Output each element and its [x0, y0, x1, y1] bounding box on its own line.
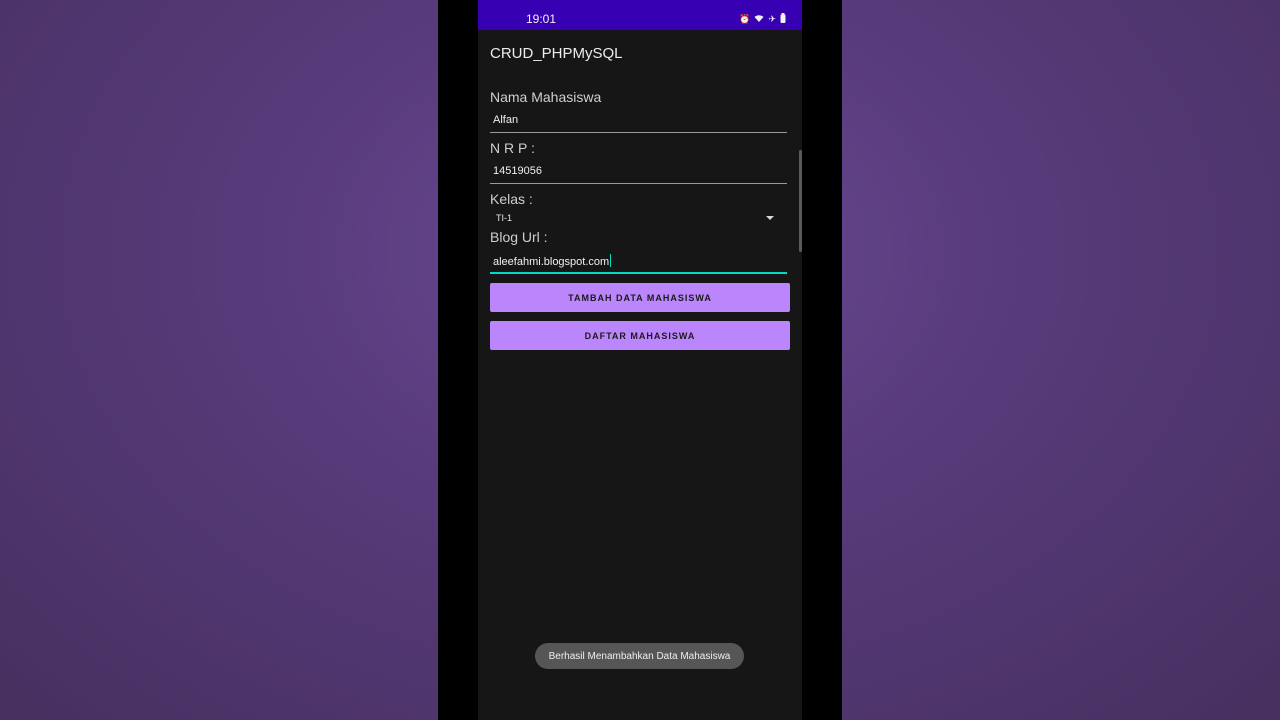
blog-value: aleefahmi.blogspot.com — [493, 254, 612, 268]
kelas-spinner[interactable]: TI-1 — [490, 210, 790, 226]
airplane-mode-icon: ✈ — [768, 14, 776, 24]
scrollbar[interactable] — [799, 150, 802, 252]
blog-value-text: aleefahmi.blogspot.com — [493, 256, 610, 268]
status-icons: ⏰ ✈ — [739, 13, 786, 25]
app-title: CRUD_PHPMySQL — [490, 45, 623, 62]
wifi-icon — [754, 14, 764, 25]
kelas-value: TI-1 — [496, 213, 513, 223]
alarm-icon: ⏰ — [739, 14, 751, 24]
nrp-label: N R P : — [490, 140, 535, 156]
text-caret — [610, 254, 612, 267]
dropdown-arrow-icon — [766, 216, 774, 220]
toast-message: Berhasil Menambahkan Data Mahasiswa — [535, 643, 744, 669]
status-bar: 19:01 ⏰ ✈ — [478, 0, 802, 30]
nama-label: Nama Mahasiswa — [490, 89, 602, 105]
phone-screen: 19:01 ⏰ ✈ CRUD_PHPMySQL Nama Mahasiswa A… — [478, 0, 802, 720]
kelas-label: Kelas : — [490, 191, 533, 207]
add-student-button[interactable]: TAMBAH DATA MAHASISWA — [490, 283, 790, 312]
blog-label: Blog Url : — [490, 229, 548, 245]
status-time: 19:01 — [526, 12, 557, 26]
nrp-value: 14519056 — [493, 165, 542, 177]
nama-value: Alfan — [493, 114, 519, 126]
nama-input[interactable]: Alfan — [490, 110, 787, 133]
blog-input[interactable]: aleefahmi.blogspot.com — [490, 250, 787, 274]
battery-icon — [780, 13, 786, 25]
nrp-input[interactable]: 14519056 — [490, 161, 787, 184]
student-list-button[interactable]: DAFTAR MAHASISWA — [490, 321, 790, 350]
